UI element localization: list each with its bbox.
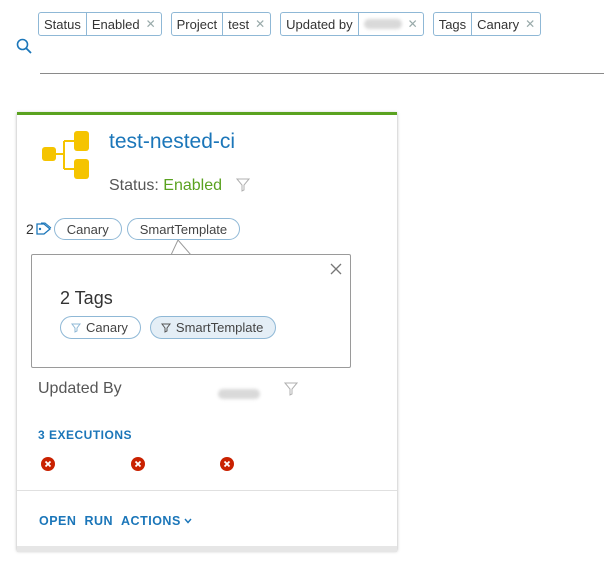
executions-link[interactable]: 3 EXECUTIONS [38, 428, 132, 442]
search-icon[interactable] [16, 38, 32, 54]
tags-popover: 2 Tags Canary SmartTemplate [31, 254, 351, 368]
popover-arrow [171, 240, 191, 255]
filter-funnel-icon[interactable] [236, 178, 251, 192]
card-bottom-edge [17, 546, 397, 552]
filter-funnel-icon [160, 323, 171, 333]
tag-row: 2 Canary SmartTemplate [26, 218, 245, 240]
updated-by-value-redacted [218, 386, 260, 404]
close-icon[interactable] [330, 263, 342, 275]
remove-filter-icon[interactable]: ✕ [144, 17, 161, 31]
filter-chip-value: Canary [477, 16, 520, 32]
actions-dropdown[interactable]: ACTIONS [121, 514, 192, 528]
popover-tag-label: Canary [86, 320, 128, 335]
actions-label: ACTIONS [121, 514, 181, 528]
remove-filter-icon[interactable]: ✕ [253, 17, 270, 31]
filter-chip-updated-by[interactable]: Updated by ✕ [280, 12, 424, 36]
tag-pill-smarttemplate[interactable]: SmartTemplate [126, 218, 241, 240]
filter-chip-key: Tags [434, 13, 473, 35]
filter-chip-key: Status [39, 13, 87, 35]
remove-filter-icon[interactable]: ✕ [406, 17, 423, 31]
redacted-username [363, 19, 402, 29]
popover-tag-smarttemplate[interactable]: SmartTemplate [149, 316, 277, 339]
execution-failed-icon[interactable] [220, 457, 234, 471]
search-input-underline[interactable] [40, 73, 604, 74]
filter-chip-value: test [228, 16, 250, 32]
popover-tag-label: SmartTemplate [175, 320, 264, 335]
remove-filter-icon[interactable]: ✕ [523, 17, 540, 31]
execution-failed-icon[interactable] [131, 457, 145, 471]
popover-tag-list: Canary SmartTemplate [60, 316, 277, 339]
card-divider [17, 490, 397, 491]
open-button[interactable]: OPEN [39, 514, 76, 528]
filter-funnel-icon [71, 323, 81, 333]
filter-funnel-icon[interactable] [284, 382, 298, 396]
filter-chip-status[interactable]: Status Enabled ✕ [38, 12, 162, 36]
status-label: Status: [109, 177, 159, 194]
chevron-down-icon [184, 518, 192, 524]
filter-chip-key: Project [172, 13, 224, 35]
pipeline-title-link[interactable]: test-nested-ci [109, 130, 235, 154]
filter-chip-project[interactable]: Project test ✕ [170, 12, 272, 36]
pipeline-icon [42, 131, 89, 179]
filter-chip-value-redacted [359, 13, 406, 35]
run-button[interactable]: RUN [84, 514, 113, 528]
execution-failed-icon[interactable] [41, 457, 55, 471]
filter-chip-key: Updated by [281, 13, 359, 35]
tag-count: 2 [26, 221, 34, 237]
status-line: Status: Enabled [109, 177, 251, 195]
updated-by-label: Updated By [38, 380, 122, 397]
tag-pill-canary[interactable]: Canary [53, 218, 122, 240]
card-actions: OPEN RUN ACTIONS [39, 514, 192, 528]
filter-chip-value: Enabled [91, 16, 140, 32]
popover-tag-canary[interactable]: Canary [60, 316, 141, 339]
tag-icon[interactable] [36, 222, 52, 236]
status-value: Enabled [163, 177, 222, 194]
popover-title: 2 Tags [60, 288, 113, 308]
filter-bar: Status Enabled ✕ Project test ✕ Updated … [38, 12, 542, 36]
redacted-username [218, 389, 260, 399]
filter-chip-tags[interactable]: Tags Canary ✕ [432, 12, 542, 36]
